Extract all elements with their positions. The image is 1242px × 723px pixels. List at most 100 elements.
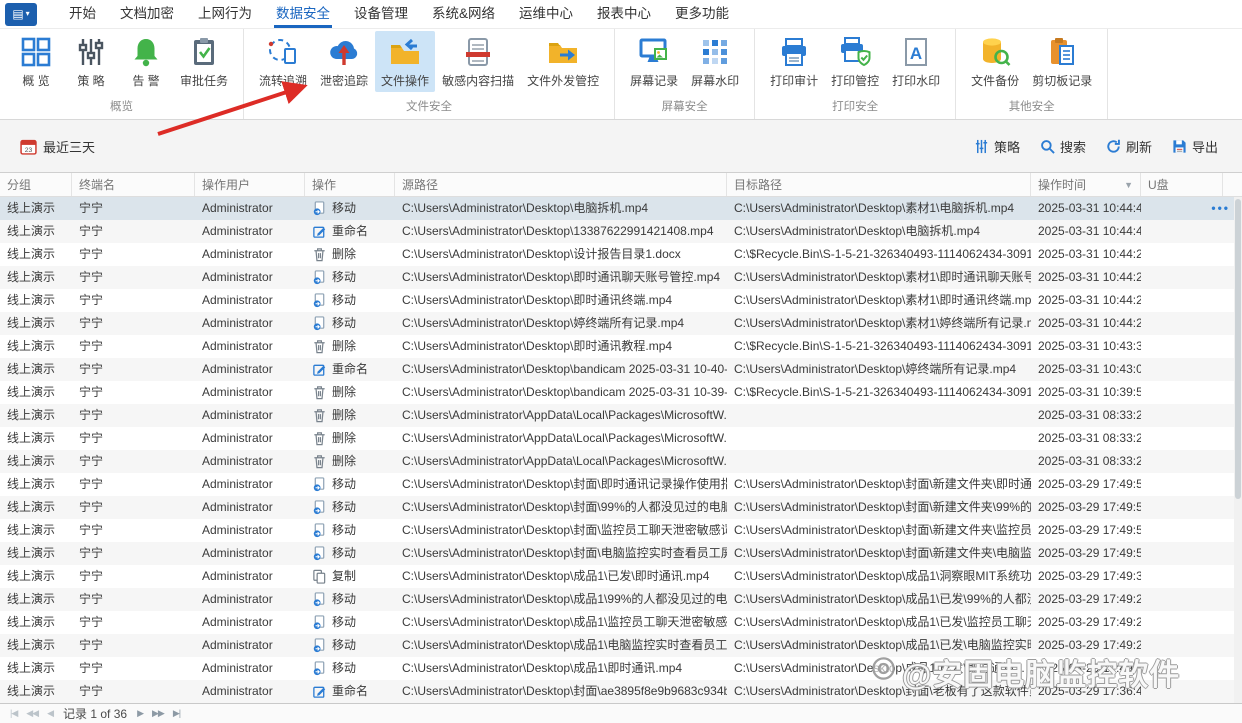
vertical-scrollbar[interactable]	[1234, 197, 1242, 703]
table-row[interactable]: 线上演示 宁宁 Administrator 移动 C:\Users\Administra…	[0, 473, 1242, 496]
table-row[interactable]: 线上演示 宁宁 Administrator 重命名 C:\Users\Administr…	[0, 680, 1242, 703]
pager-prev-button[interactable]: ◀	[47, 708, 54, 719]
table-row[interactable]: 线上演示 宁宁 Administrator 删除 C:\Users\Administra…	[0, 243, 1242, 266]
table-row[interactable]: 线上演示 宁宁 Administrator 移动 C:\Users\Administra…	[0, 611, 1242, 634]
print-audit-button[interactable]: 打印审计	[764, 31, 824, 92]
pager-last-button[interactable]: ▶|	[173, 708, 181, 719]
menu-item-start[interactable]: 开始	[57, 0, 108, 28]
overview-button[interactable]: 概 览	[9, 31, 63, 92]
print-watermark-button[interactable]: A 打印水印	[886, 31, 946, 92]
table-row[interactable]: 线上演示 宁宁 Administrator 删除 C:\Users\Administra…	[0, 381, 1242, 404]
column-header-op[interactable]: 操作	[305, 173, 395, 196]
approval-tasks-button[interactable]: 审批任务	[174, 31, 234, 92]
policy-button[interactable]: 策 略	[64, 31, 118, 92]
table-row[interactable]: 线上演示 宁宁 Administrator 移动 C:\Users\Administra…	[0, 266, 1242, 289]
column-header-src[interactable]: 源路径	[395, 173, 727, 196]
export-tool-button[interactable]: 导出	[1172, 137, 1218, 156]
clipboard-record-button[interactable]: 剪切板记录	[1026, 31, 1098, 92]
cell-time: 2025-03-29 17:49:55	[1038, 523, 1141, 537]
table-row[interactable]: 线上演示 宁宁 Administrator 删除 C:\Users\Administra…	[0, 450, 1242, 473]
file-operation-button[interactable]: 文件操作	[375, 31, 436, 92]
pager-next-page-button[interactable]: ▶▶	[152, 708, 165, 719]
cell-user: Administrator	[202, 270, 273, 284]
delete-icon	[312, 431, 327, 446]
menu-item-ops-center[interactable]: 运维中心	[507, 0, 585, 28]
screen-watermark-button[interactable]: 屏幕水印	[685, 31, 745, 92]
table-row[interactable]: 线上演示 宁宁 Administrator 重命名 C:\Users\Administr…	[0, 220, 1242, 243]
table-row[interactable]: 线上演示 宁宁 Administrator 删除 C:\Users\Administra…	[0, 427, 1242, 450]
pager-first-button[interactable]: |◀	[10, 708, 18, 719]
ribbon-button-label: 概 览	[22, 74, 50, 88]
menu-item-doc-encryption[interactable]: 文档加密	[108, 0, 186, 28]
table-row[interactable]: 线上演示 宁宁 Administrator 移动 C:\Users\Administra…	[0, 312, 1242, 335]
pager-next-button[interactable]: ▶	[137, 708, 144, 719]
scrollbar-thumb[interactable]	[1235, 199, 1241, 499]
delete-icon	[312, 385, 327, 400]
pager-prev-page-button[interactable]: ◀◀	[26, 708, 39, 719]
menu-item-more-features[interactable]: 更多功能	[663, 0, 741, 28]
column-header-terminal[interactable]: 终端名	[72, 173, 195, 196]
table-row[interactable]: 线上演示 宁宁 Administrator 移动 C:\Users\Administra…	[0, 519, 1242, 542]
ribbon-group-label: 概览	[110, 101, 133, 113]
cell-op: 移动	[305, 588, 395, 611]
file-backup-button[interactable]: 文件备份	[965, 31, 1025, 92]
menu-item-data-security[interactable]: 数据安全	[264, 0, 342, 28]
print-control-button[interactable]: 打印管控	[825, 31, 885, 92]
table-row[interactable]: 线上演示 宁宁 Administrator 移动 C:\Users\Administra…	[0, 657, 1242, 680]
file-outgoing-control-button[interactable]: 文件外发管控	[521, 31, 605, 92]
menu-item-internet-behavior[interactable]: 上网行为	[186, 0, 264, 28]
table-row[interactable]: 线上演示 宁宁 Administrator 删除 C:\Users\Administra…	[0, 335, 1242, 358]
table-row[interactable]: 线上演示 宁宁 Administrator 重命名 C:\Users\Administr…	[0, 358, 1242, 381]
policy-tool-button[interactable]: 策略	[974, 137, 1020, 156]
filter-dropdown-icon[interactable]: ▼	[1124, 180, 1133, 190]
cell-dst: C:\Users\Administrator\Desktop\电脑拆机.mp4	[734, 224, 981, 238]
table-row[interactable]: 线上演示 宁宁 Administrator 移动 C:\Users\Administra…	[0, 542, 1242, 565]
app-menu-button[interactable]: ▤ ▾	[5, 2, 37, 26]
column-header-label: 终端名	[79, 178, 116, 192]
column-header-time[interactable]: 操作时间 ▼	[1031, 173, 1141, 196]
file-operation-icon	[389, 36, 421, 68]
screen-record-button[interactable]: 屏幕记录	[624, 31, 684, 92]
move-icon	[312, 638, 327, 653]
menu-item-device-management[interactable]: 设备管理	[342, 0, 420, 28]
date-range-label: 最近三天	[43, 139, 96, 155]
cell-time: 2025-03-29 17:36:44	[1038, 684, 1141, 698]
alert-button[interactable]: 告 警	[119, 31, 173, 92]
sensitive-content-scan-button[interactable]: 敏感内容扫描	[436, 31, 520, 92]
column-header-user[interactable]: 操作用户	[195, 173, 305, 196]
column-header-usb[interactable]: U盘	[1141, 173, 1223, 196]
column-header-group[interactable]: 分组	[0, 173, 72, 196]
table-row[interactable]: 线上演示 宁宁 Administrator 移动 C:\Users\Administra…	[0, 634, 1242, 657]
ribbon-group-buttons: 流转追溯 泄密追踪 文件操作 敏感内容扫描 文件外发管控	[253, 31, 605, 95]
table-row[interactable]: 线上演示 宁宁 Administrator 移动 C:\Users\Administra…	[0, 496, 1242, 519]
table-row[interactable]: 线上演示 宁宁 Administrator 移动 C:\Users\Administra…	[0, 588, 1242, 611]
cell-op: 重命名	[305, 680, 395, 703]
move-icon	[312, 615, 327, 630]
cell-usb	[1141, 312, 1223, 335]
cell-usb	[1141, 427, 1223, 450]
table-tools: 策略 搜索 刷新 导出	[974, 137, 1218, 156]
column-header-label: 操作	[312, 178, 337, 192]
cell-terminal: 宁宁	[79, 569, 104, 583]
leak-tracking-button[interactable]: 泄密追踪	[314, 31, 374, 92]
flow-trace-button[interactable]: 流转追溯	[253, 31, 313, 92]
table-row[interactable]: 线上演示 宁宁 Administrator 移动 C:\Users\Administra…	[0, 289, 1242, 312]
search-tool-button[interactable]: 搜索	[1040, 137, 1086, 156]
date-range-filter-button[interactable]: 23 最近三天	[20, 137, 95, 156]
cell-group: 线上演示	[7, 454, 56, 468]
table-row[interactable]: 线上演示 宁宁 Administrator 删除 C:\Users\Administra…	[0, 404, 1242, 427]
operation-label: 删除	[332, 431, 357, 445]
cell-time: 2025-03-31 10:44:45	[1038, 201, 1141, 215]
move-icon	[312, 293, 327, 308]
column-header-dst[interactable]: 目标路径	[727, 173, 1031, 196]
menu-item-report-center[interactable]: 报表中心	[585, 0, 663, 28]
table-row[interactable]: 线上演示 宁宁 Administrator 复制 C:\Users\Administra…	[0, 565, 1242, 588]
menu-item-system-network[interactable]: 系统&网络	[420, 0, 507, 28]
cell-group: 线上演示	[7, 293, 56, 307]
content-scan-icon	[462, 36, 494, 68]
cell-dst: C:\Users\Administrator\Desktop\封面\老板有了这款…	[734, 684, 1031, 698]
refresh-tool-button[interactable]: 刷新	[1106, 137, 1152, 156]
cell-user: Administrator	[202, 201, 273, 215]
table-row[interactable]: 线上演示 宁宁 Administrator 移动 C:\Users\Administra…	[0, 197, 1242, 220]
row-actions-menu[interactable]: •••	[1211, 197, 1230, 220]
